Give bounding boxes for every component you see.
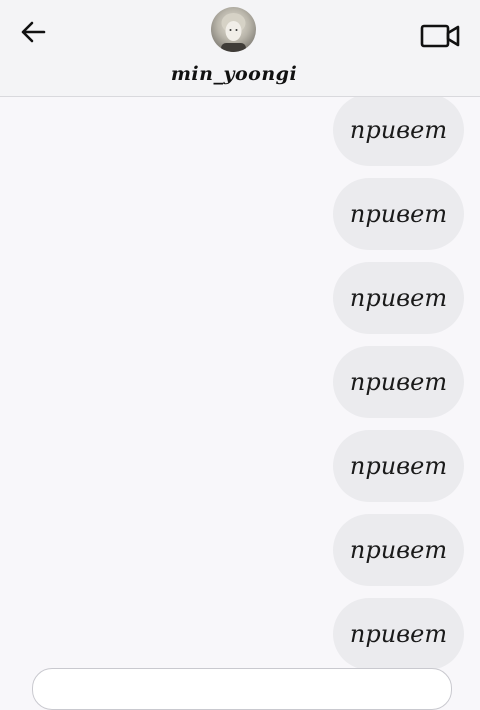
- message-bubble[interactable]: привет: [333, 178, 464, 250]
- message-bubble[interactable]: привет: [333, 598, 464, 670]
- message-bubble[interactable]: привет: [333, 430, 464, 502]
- chat-username[interactable]: min_yoongi: [0, 63, 468, 85]
- message-list[interactable]: привет привет привет привет привет приве…: [0, 97, 480, 672]
- message-bubble[interactable]: привет: [333, 346, 464, 418]
- video-call-button[interactable]: [418, 20, 462, 56]
- chat-header: min_yoongi: [0, 0, 480, 97]
- video-camera-icon: [420, 22, 460, 54]
- back-button[interactable]: [14, 16, 52, 52]
- message-bubble[interactable]: привет: [333, 514, 464, 586]
- message-composer[interactable]: [32, 668, 452, 710]
- message-bubble[interactable]: привет: [333, 262, 464, 334]
- message-bubble[interactable]: привет: [333, 97, 464, 166]
- avatar[interactable]: [211, 7, 256, 52]
- arrow-left-icon: [20, 20, 46, 48]
